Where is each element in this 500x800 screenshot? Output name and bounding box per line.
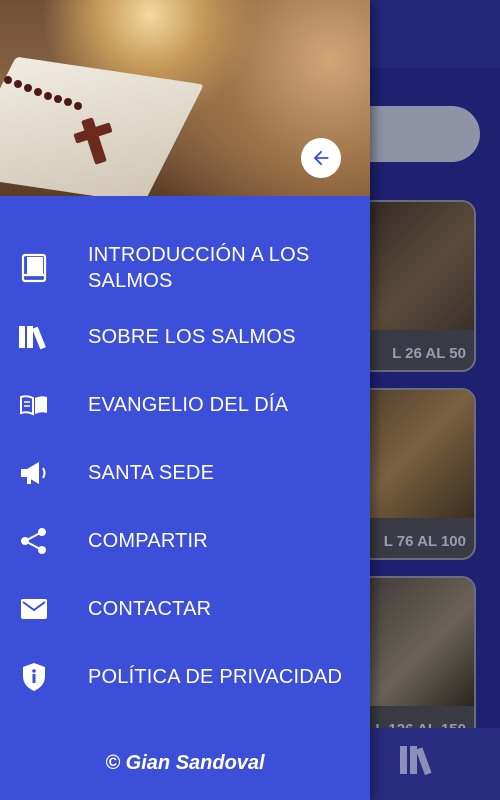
menu-item-label: INTRODUCCIÓN A LOS SALMOS	[88, 244, 310, 292]
book-icon	[18, 252, 50, 284]
rosary-beads	[4, 76, 82, 110]
menu-item-sobre-los-salmos[interactable]: SOBRE LOS SALMOS	[0, 324, 370, 350]
close-drawer-button[interactable]	[301, 138, 341, 178]
megaphone-icon	[18, 457, 50, 489]
menu-item-label: EVANGELIO DEL DÍA	[88, 394, 289, 416]
menu-item-label: COMPARTIR	[88, 530, 208, 552]
mail-icon	[18, 593, 50, 625]
footer-credit: © Gian Sandoval	[105, 752, 265, 774]
drawer-header-image	[0, 0, 370, 196]
books-icon	[398, 744, 438, 781]
arrow-left-icon	[313, 150, 329, 166]
share-icon	[18, 525, 50, 557]
shield-info-icon	[18, 661, 50, 693]
menu-item-introduccion[interactable]: INTRODUCCIÓN A LOS SALMOS	[0, 242, 370, 294]
menu-item-santa-sede[interactable]: SANTA SEDE	[0, 460, 370, 486]
menu-item-label: SANTA SEDE	[88, 462, 215, 484]
menu-item-politica-privacidad[interactable]: POLÍTICA DE PRIVACIDAD	[0, 661, 370, 693]
menu-item-contactar[interactable]: CONTACTAR	[0, 596, 370, 622]
menu-item-label: POLÍTICA DE PRIVACIDAD	[88, 666, 343, 688]
navigation-drawer: INTRODUCCIÓN A LOS SALMOS SOBRE LOS SALM…	[0, 0, 370, 800]
menu-item-label: CONTACTAR	[88, 598, 212, 620]
menu-item-evangelio[interactable]: EVANGELIO DEL DÍA	[0, 392, 370, 418]
menu-item-compartir[interactable]: COMPARTIR	[0, 528, 370, 554]
open-book-icon	[18, 389, 50, 421]
books-icon	[18, 321, 50, 353]
menu-item-label: SOBRE LOS SALMOS	[88, 326, 296, 348]
